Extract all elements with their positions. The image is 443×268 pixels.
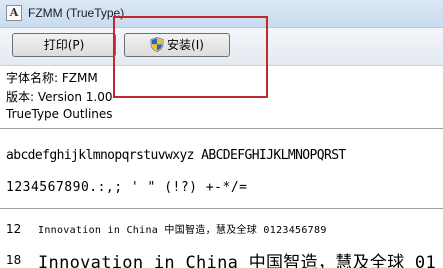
font-name-line: 字体名称: FZMM [6, 71, 98, 85]
print-button[interactable]: 打印(P) [12, 33, 116, 57]
window-titlebar: A FZMM (TrueType) [0, 0, 443, 28]
preview-text: Innovation in China 中国智造，慧及全球 01 [38, 253, 437, 268]
install-button-label: 安装(I) [167, 38, 204, 52]
preview-size-label: 12 [6, 222, 22, 236]
preview-text: Innovation in China 中国智造，慧及全球 0123456789 [38, 225, 327, 236]
font-file-icon: A [6, 5, 22, 21]
toolbar: 打印(P) 安装(I) [0, 28, 443, 66]
digits-symbols-sample: 1234567890.:,; ' " (!?) +-*/= [6, 180, 248, 195]
alphabet-sample: abcdefghijklmnopqrstuvwxyz ABCDEFGHIJKLM… [6, 148, 346, 163]
separator-bottom [0, 208, 443, 209]
install-button[interactable]: 安装(I) [124, 33, 230, 57]
separator-top [0, 128, 443, 129]
font-type-line: TrueType Outlines [6, 107, 113, 121]
uac-shield-icon [150, 37, 164, 52]
font-version-line: 版本: Version 1.00 [6, 90, 113, 104]
preview-size-label: 18 [6, 253, 22, 267]
window-title: FZMM (TrueType) [28, 6, 125, 20]
print-button-label: 打印(P) [43, 38, 85, 52]
